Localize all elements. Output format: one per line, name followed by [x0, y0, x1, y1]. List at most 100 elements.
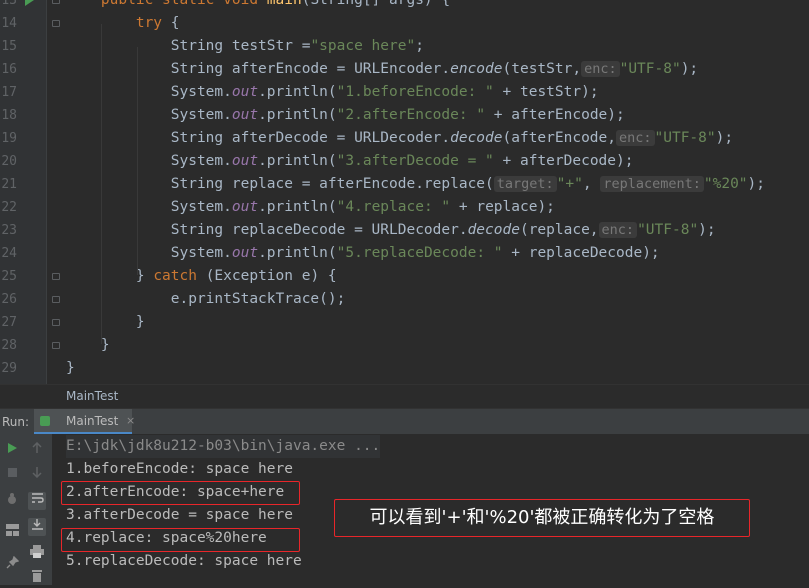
code-token: "UTF-8" — [619, 61, 681, 77]
code-token: main — [266, 0, 302, 8]
code-token: "UTF-8" — [637, 222, 699, 238]
tab-maintest[interactable]: MainTest × — [34, 409, 135, 435]
code-token: encode — [450, 61, 503, 77]
fold-icon[interactable] — [52, 342, 60, 349]
line-number[interactable]: 13 — [0, 0, 17, 12]
code-token: String afterEncode = URLEncoder. — [66, 61, 451, 77]
line-number[interactable]: 20 — [0, 150, 17, 173]
code-line[interactable]: 17 System.out.println("1.beforeEncode: "… — [0, 81, 809, 104]
line-number[interactable]: 16 — [0, 58, 17, 81]
code-token: ; — [415, 38, 424, 54]
line-number[interactable]: 18 — [0, 104, 17, 127]
code-token: String replaceDecode = URLDecoder. — [66, 222, 468, 238]
fold-icon[interactable] — [52, 0, 60, 4]
line-number[interactable]: 22 — [0, 196, 17, 219]
line-number[interactable]: 15 — [0, 35, 17, 58]
up-arrow-button[interactable] — [28, 441, 46, 460]
code-line[interactable]: 18 System.out.println("2.afterEncode: " … — [0, 104, 809, 127]
code-line[interactable]: 29} — [0, 357, 809, 380]
line-number[interactable]: 27 — [0, 311, 17, 334]
line-number[interactable]: 19 — [0, 127, 17, 150]
breadcrumb[interactable]: MainTest — [0, 384, 809, 409]
debug-button[interactable] — [3, 492, 21, 510]
fold-icon[interactable] — [52, 319, 60, 326]
code-line[interactable]: 21 String replace = afterEncode.replace(… — [0, 173, 809, 196]
line-number[interactable]: 21 — [0, 173, 17, 196]
code-text: } catch (Exception e) { — [66, 265, 337, 288]
code-token: System. — [66, 153, 232, 169]
line-number[interactable]: 23 — [0, 219, 17, 242]
code-token: } — [66, 314, 145, 330]
code-text: } — [66, 334, 110, 357]
code-line[interactable]: 24 System.out.println("5.replaceDecode: … — [0, 242, 809, 265]
run-config-icon — [40, 416, 50, 426]
run-gutter-icon[interactable] — [25, 0, 34, 6]
line-number[interactable]: 24 — [0, 242, 17, 265]
fold-icon[interactable] — [52, 273, 60, 280]
down-arrow-button[interactable] — [28, 466, 46, 484]
code-editor[interactable]: 13 public static void main(String[] args… — [0, 0, 809, 384]
pin-button[interactable] — [3, 555, 21, 574]
annotation-callout: 可以看到'+'和'%20'都被正确转化为了空格 — [334, 499, 750, 537]
clear-all-button[interactable] — [28, 569, 46, 587]
code-token: out — [231, 199, 259, 215]
code-token: "2.afterEncode: " — [336, 107, 486, 123]
code-token: out — [231, 153, 259, 169]
rerun-button[interactable] — [3, 442, 21, 460]
code-line[interactable]: 14 try { — [0, 12, 809, 35]
line-number[interactable]: 28 — [0, 334, 17, 357]
code-token: { — [170, 15, 180, 31]
code-text: try { — [66, 12, 180, 35]
code-line[interactable]: 13 public static void main(String[] args… — [0, 0, 809, 12]
run-label: Run: — [2, 415, 30, 429]
code-token: + afterDecode); — [493, 153, 634, 169]
scroll-to-end-icon — [31, 519, 43, 530]
code-text: e.printStackTrace(); — [66, 288, 346, 311]
print-button[interactable] — [28, 545, 46, 563]
code-text: String testStr ="space here"; — [66, 35, 424, 58]
code-line[interactable]: 20 System.out.println("3.afterDecode = "… — [0, 150, 809, 173]
code-line[interactable]: 27 } — [0, 311, 809, 334]
highlight-box-after-encode — [61, 481, 300, 505]
layout-icon — [5, 524, 19, 536]
console-line: 5.replaceDecode: space here — [66, 553, 302, 569]
stop-button[interactable] — [3, 466, 21, 484]
code-line[interactable]: 25 } catch (Exception e) { — [0, 265, 809, 288]
line-number[interactable]: 25 — [0, 265, 17, 288]
layout-button[interactable] — [3, 524, 21, 542]
tab-label: MainTest — [66, 414, 119, 428]
code-token: "3.afterDecode = " — [336, 153, 494, 169]
code-line[interactable]: 22 System.out.println("4.replace: " + re… — [0, 196, 809, 219]
line-number[interactable]: 26 — [0, 288, 17, 311]
code-token: out — [231, 107, 259, 123]
line-number[interactable]: 29 — [0, 357, 17, 380]
code-line[interactable]: 15 String testStr ="space here"; — [0, 35, 809, 58]
console-line: 1.beforeEncode: space here — [66, 461, 293, 477]
line-number[interactable]: 14 — [0, 12, 17, 35]
code-token: ); — [680, 61, 699, 77]
code-token: try — [135, 15, 171, 31]
code-text: String afterDecode = URLDecoder.decode(a… — [66, 127, 733, 150]
code-token: , — [582, 176, 601, 192]
code-line[interactable]: 28 } — [0, 334, 809, 357]
scroll-to-end-button[interactable] — [28, 518, 46, 536]
code-line[interactable]: 16 String afterEncode = URLEncoder.encod… — [0, 58, 809, 81]
code-token: "%20" — [703, 176, 748, 192]
code-token: + replace); — [450, 199, 555, 215]
fold-icon[interactable] — [52, 296, 60, 303]
breadcrumb-class[interactable]: MainTest — [66, 389, 118, 403]
line-number[interactable]: 17 — [0, 81, 17, 104]
code-line[interactable]: 26 e.printStackTrace(); — [0, 288, 809, 311]
code-line[interactable]: 23 String replaceDecode = URLDecoder.dec… — [0, 219, 809, 242]
code-line[interactable]: 19 String afterDecode = URLDecoder.decod… — [0, 127, 809, 150]
code-token: } — [66, 360, 75, 376]
code-token: + afterEncode); — [485, 107, 625, 123]
soft-wrap-button[interactable] — [28, 492, 46, 510]
code-token: + replaceDecode); — [502, 245, 660, 261]
code-token: decode — [450, 130, 503, 146]
close-icon[interactable]: × — [126, 414, 135, 427]
fold-icon[interactable] — [52, 20, 60, 27]
pin-icon — [6, 555, 19, 569]
code-token: .println( — [258, 153, 337, 169]
